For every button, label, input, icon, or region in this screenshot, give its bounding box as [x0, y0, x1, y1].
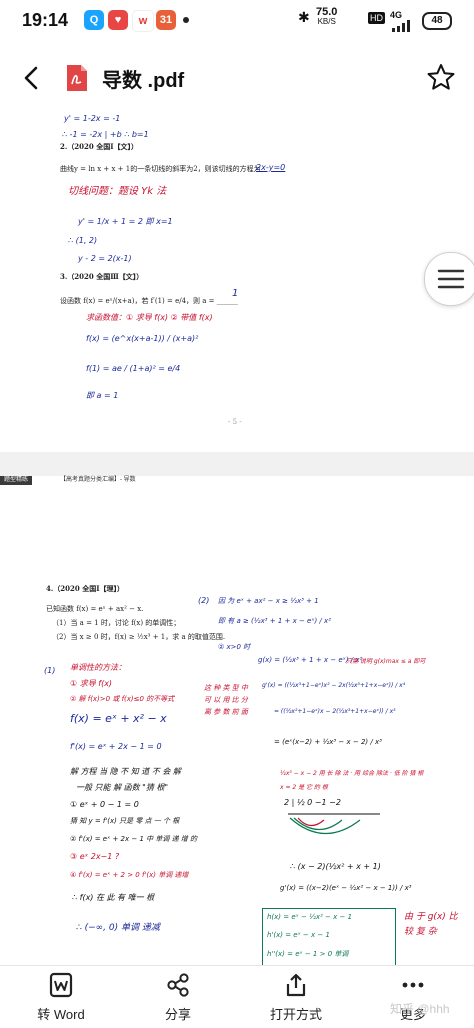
page-number: - 5 - — [228, 418, 242, 426]
page-header-text: 【高考真题分类汇编】- 导数 — [60, 477, 136, 483]
handwriting-line: ∴ f(x) 在 此 有 唯一 根 — [72, 893, 155, 902]
favorite-star-icon[interactable] — [426, 62, 456, 92]
bottom-toolbar: 转 Word 分享 打开方式 更多 — [0, 965, 474, 1028]
handwriting-label: (1) — [44, 666, 56, 675]
question-4-line: （1）当 a = 1 时，讨论 f(x) 的单调性； — [52, 619, 181, 627]
handwriting-line: g'(x) = ((x−2)(eˣ − ½x² − x − 1)) / x³ — [280, 884, 412, 892]
hd-badge: HD — [368, 12, 385, 24]
net-speed: 75.0 KB/S — [316, 7, 337, 27]
pdf-viewer[interactable]: y' = 1-2x = -1 ∴ -1 = -2x | +b ∴ b=1 2.（… — [0, 108, 474, 965]
pdf-file-icon — [67, 65, 87, 91]
question-4-heading: 4.（2020 全国Ⅰ【理】） — [46, 584, 125, 593]
handwriting-line: 因 为 eˣ + ax² − x ≥ ½x³ + 1 — [218, 597, 319, 605]
calendar-badge-icon: 31 — [156, 10, 176, 30]
net-speed-value: 75.0 — [316, 6, 338, 18]
open-with-button[interactable]: 打开方式 — [251, 972, 341, 1023]
handwriting-note: 由 于 g(x) 比 较 复 杂 — [404, 912, 458, 937]
page-header-tag: 题型精练 — [0, 476, 33, 485]
handwriting-line: 猜 知 y = f'(x) 只是 零 点 一 个 根 — [70, 817, 180, 825]
handwriting-line: = ((½x²+1−eˣ)x − 2(½x³+1+x−eˣ)) / x³ — [274, 708, 396, 715]
handwriting-line: f'(x) = eˣ + 2x − 1 = 0 — [70, 742, 162, 751]
handwriting-line: f(x) = (e^x(x+a-1)) / (x+a)² — [86, 334, 199, 343]
document-title: 导数 .pdf — [102, 70, 185, 92]
handwriting-line: h'(x) = eˣ − x − 1 — [267, 931, 330, 939]
handwriting-line: y' = 1-2x = -1 — [64, 114, 121, 123]
open-with-icon — [286, 973, 306, 997]
handwriting-line: ∴ (1, 2) — [68, 236, 98, 245]
qq-icon: Q — [84, 10, 104, 30]
handwriting-line: h(x) = eˣ − ½x² − x − 1 — [267, 913, 353, 921]
pdf-page-2: 题型精练 【高考真题分类汇编】- 导数 4.（2020 全国Ⅰ【理】） 已知函数… — [0, 476, 474, 965]
question-2-heading: 2.（2020 全国Ⅰ【文】） — [60, 142, 139, 151]
notification-dot-icon — [183, 17, 189, 23]
handwriting-label: (2) — [198, 596, 210, 605]
question-3-answer: 1 — [232, 288, 239, 299]
title-bar: 导数 .pdf — [0, 50, 474, 108]
question-4-line: 已知函数 f(x) = eˣ + ax² − x. — [46, 605, 144, 613]
handwriting-line: ② f'(x) = eˣ + 2x − 1 中 单调 递 增 的 — [70, 835, 198, 843]
handwriting-line: ∴ (−∞, 0) 单调 递减 — [76, 923, 160, 933]
handwriting-line: 解 方程 当 隐 不 知 道 不 会 解 — [70, 767, 181, 776]
handwriting-line: g'(x) = ((½x³+1−eˣ)x² − 2x(½x³+1+x−eˣ)) … — [262, 682, 406, 689]
pdf-page-1: y' = 1-2x = -1 ∴ -1 = -2x | +b ∴ b=1 2.（… — [0, 108, 474, 452]
handwriting-line: = (eˣ(x−2) + ½x³ − x − 2) / x³ — [274, 738, 382, 746]
app-red-icon: ♥ — [108, 10, 128, 30]
net-speed-unit: KB/S — [317, 17, 336, 26]
status-time: 19:14 — [22, 10, 69, 30]
handwriting-line: ∴ (x − 2)(½x² + x + 1) — [290, 862, 381, 871]
handwriting-note: 求函数值：① 求导 f(x) ② 带值 f(x) — [86, 313, 213, 322]
handwriting-line: 即 a = 1 — [86, 391, 119, 400]
handwriting-note: ① 求导 f(x) — [70, 679, 113, 688]
battery-icon: 48 — [422, 12, 452, 30]
watermark: 知乎 @hhh — [390, 1002, 450, 1016]
signal-label: 4G — [390, 10, 403, 20]
share-label: 分享 — [164, 1007, 191, 1022]
handwriting-note: 切线问题：题设 Yk 法 — [68, 186, 167, 197]
handwriting-note: x = 2 是 它 的 根 — [280, 784, 328, 791]
handwriting-note: 只需 说明 g(x)max ≤ a 即可 — [346, 658, 426, 665]
handwriting-line: f(x) = eˣ + x² − x — [70, 712, 167, 725]
question-3-heading: 3.（2020 全国Ⅲ【文】） — [60, 272, 144, 281]
open-with-label: 打开方式 — [269, 1007, 322, 1022]
bluetooth-icon: ✱ — [298, 9, 310, 25]
handwriting-line: h''(x) = eˣ − 1 > 0 单调 — [267, 950, 349, 958]
question-2-answer: 2x-y=0 — [256, 163, 286, 172]
page-header-band: 题型精练 【高考真题分类汇编】- 导数 — [0, 476, 474, 485]
more-icon — [402, 982, 424, 988]
handwriting-line: y' = 1/x + 1 = 2 即 x=1 — [78, 217, 173, 226]
convert-to-word-button[interactable]: 转 Word — [16, 972, 106, 1023]
handwriting-note: 这 种 类 型 中 可 以 用 比 分 离 参 数 前 面 — [204, 684, 248, 716]
handwriting-note: ③ eˣ 2x−1 ? — [70, 852, 120, 861]
handwriting-line: ∴ -1 = -2x | +b ∴ b=1 — [62, 130, 149, 139]
handwriting-note: ② 解 f(x)>0 或 f(x)≤0 的不等式 — [70, 695, 175, 703]
green-boxed-derivation: h(x) = eˣ − ½x² − x − 1 h'(x) = eˣ − x −… — [262, 908, 396, 965]
share-button[interactable]: 分享 — [133, 972, 223, 1023]
signal-icon — [392, 20, 410, 32]
question-4-line: （2）当 x ≥ 0 时，f(x) ≥ ½x³ + 1，求 a 的取值范围. — [52, 633, 226, 641]
handwriting-note: ④ f'(x) = eˣ + 2 > 0 f'(x) 单调 递增 — [70, 871, 189, 879]
question-3-text: 设函数 f(x) = eˣ/(x+a)，若 f′(1) = e/4，则 a = … — [60, 297, 238, 305]
menu-lines-icon[interactable] — [424, 252, 474, 306]
handwriting-line: 即 有 a ≥ (½x³ + 1 + x − eˣ) / x² — [218, 617, 331, 625]
handwriting-note: ½x³ − x − 2 用 长 除 法 · 用 综合 除法 · 低 阶 猜 根 — [280, 770, 424, 777]
share-icon — [167, 973, 189, 997]
handwriting-line: y - 2 = 2(x-1) — [78, 254, 132, 263]
back-arrow-icon[interactable] — [18, 64, 46, 92]
word-icon — [49, 972, 73, 998]
synthetic-division: 2 | ½ 0 −1 −2 — [284, 798, 341, 807]
division-arcs-icon — [288, 813, 380, 835]
convert-to-word-label: 转 Word — [37, 1007, 85, 1022]
handwriting-line: ① eˣ + 0 − 1 = 0 — [70, 800, 139, 809]
weibo-icon: w — [132, 10, 154, 32]
handwriting-line: ② x>0 时 — [218, 643, 251, 651]
handwriting-note: 单调性的方法： — [70, 663, 126, 672]
status-bar: 19:14 Q ♥ w 31 ✱ 75.0 KB/S HD 4G 48 — [0, 0, 474, 42]
handwriting-line: f(1) = ae / (1+a)² = e/4 — [86, 364, 181, 373]
handwriting-line: 一般 只能 解 函数 "猜 根" — [76, 783, 169, 792]
question-2-text: 曲线y = ln x + x + 1的一条切线的斜率为2，则该切线的方程为 — [60, 165, 261, 173]
